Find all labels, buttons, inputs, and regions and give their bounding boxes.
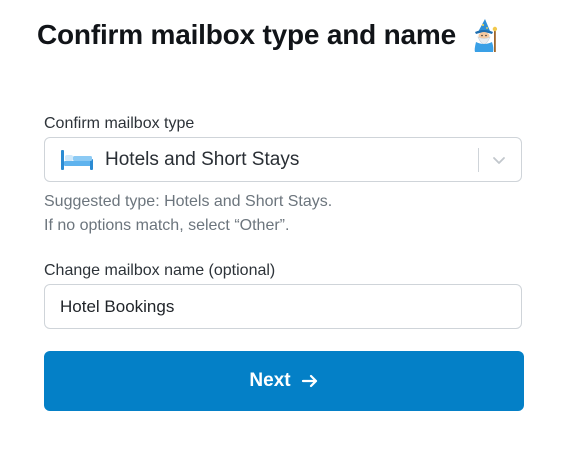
wizard-icon: [468, 18, 500, 52]
next-button[interactable]: Next: [44, 351, 524, 411]
next-button-label: Next: [249, 370, 291, 391]
mailbox-name-input[interactable]: [44, 284, 522, 329]
mailbox-type-value: Hotels and Short Stays: [105, 148, 300, 170]
mailbox-type-select[interactable]: Hotels and Short Stays: [44, 137, 522, 182]
confirm-mailbox-page: Confirm mailbox type and name Confirm ma…: [0, 0, 566, 450]
title-row: Confirm mailbox type and name: [37, 18, 500, 52]
bed-icon: [60, 149, 94, 171]
mailbox-name-label: Change mailbox name (optional): [44, 262, 276, 279]
select-separator: [478, 147, 479, 172]
suggested-type-hint: Suggested type: Hotels and Short Stays.: [44, 193, 333, 210]
chevron-down-icon[interactable]: [491, 152, 507, 168]
arrow-right-icon: [301, 373, 319, 389]
other-option-hint: If no options match, select “Other”.: [44, 217, 290, 234]
mailbox-type-label: Confirm mailbox type: [44, 115, 195, 132]
page-title: Confirm mailbox type and name: [37, 19, 456, 50]
